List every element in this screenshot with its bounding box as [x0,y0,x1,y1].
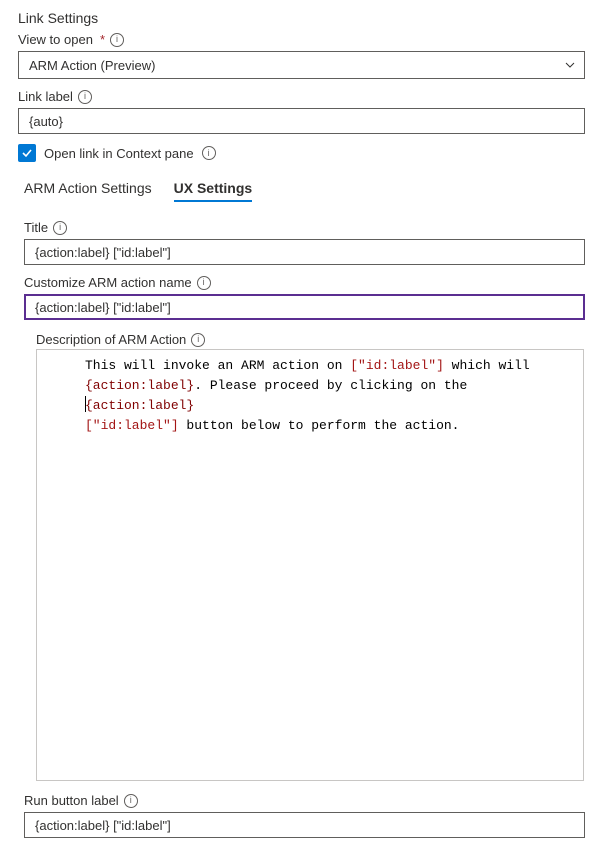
title-input[interactable] [24,239,585,265]
link-label-text: Link label [18,89,73,104]
tab-ux-settings[interactable]: UX Settings [174,180,253,202]
desc-seg-5: . Please proceed by clicking on the [194,378,467,393]
info-icon: i [124,794,138,808]
desc-seg-9: button below to perform the action. [179,418,460,433]
title-label-row: Title i [24,220,585,235]
customize-arm-label: Customize ARM action name [24,275,192,290]
desc-seg-1: This will invoke an ARM action on [85,358,350,373]
info-icon: i [191,333,205,347]
description-editor[interactable]: This will invoke an ARM action on ["id:l… [36,349,584,781]
section-title: Link Settings [18,10,585,26]
desc-seg-2: ["id:label"] [350,358,444,373]
desc-seg-6: {action:label} [85,398,194,413]
info-icon: i [53,221,67,235]
title-label: Title [24,220,48,235]
view-to-open-label: View to open [18,32,93,47]
desc-seg-4: {action:label} [85,378,194,393]
run-button-label-text: Run button label [24,793,119,808]
info-icon: i [110,33,124,47]
open-context-pane-label: Open link in Context pane [44,146,194,161]
description-label: Description of ARM Action [36,332,186,347]
link-label-input[interactable] [18,108,585,134]
run-button-label-input[interactable] [24,812,585,838]
info-icon: i [202,146,216,160]
view-to-open-select[interactable]: ARM Action (Preview) [18,51,585,79]
required-asterisk: * [100,32,105,47]
description-label-row: Description of ARM Action i [36,332,585,347]
info-icon: i [78,90,92,104]
run-button-label-row: Run button label i [24,793,585,808]
open-context-pane-checkbox[interactable] [18,144,36,162]
desc-seg-3: which will [444,358,530,373]
settings-tabs: ARM Action Settings UX Settings [18,180,585,202]
link-label-row: Link label i [18,89,585,104]
text-cursor [85,396,86,412]
open-context-pane-row: Open link in Context pane i [18,144,585,162]
chevron-down-icon [564,59,576,71]
desc-seg-8: ["id:label"] [85,418,179,433]
info-icon: i [197,276,211,290]
customize-arm-input[interactable] [24,294,585,320]
tab-arm-action-settings[interactable]: ARM Action Settings [24,180,152,202]
view-to-open-label-row: View to open * i [18,32,585,47]
view-to-open-value: ARM Action (Preview) [29,58,155,73]
customize-arm-label-row: Customize ARM action name i [24,275,585,290]
